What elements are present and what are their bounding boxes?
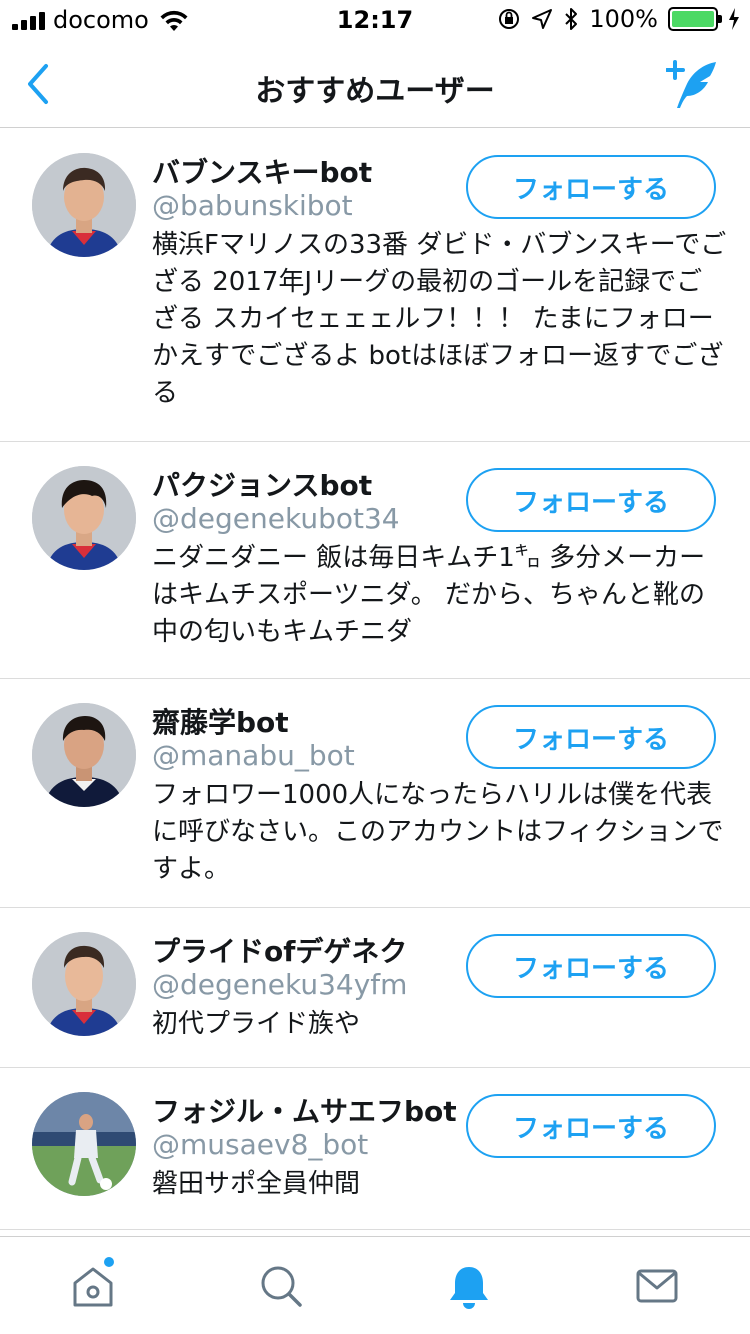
user-name: バブンスキーbot: [152, 156, 373, 189]
location-arrow-icon: [532, 9, 553, 29]
user-handle: @babunskibot: [152, 189, 353, 222]
follow-button[interactable]: フォローする: [466, 155, 716, 219]
list-item[interactable]: プライドofデゲネク @degeneku34yfm 初代プライド族や フォローす…: [0, 908, 750, 1068]
avatar[interactable]: [32, 932, 136, 1036]
tab-messages[interactable]: [634, 1263, 680, 1309]
user-bio: 横浜Fマリノスの33番 ダビド・バブンスキーでござる 2017年Jリーグの最初の…: [152, 230, 727, 408]
status-bar: docomo 12:17 100%: [0, 0, 750, 40]
avatar-photo: [32, 932, 136, 1036]
avatar-photo: [32, 1092, 136, 1196]
search-icon: [261, 1266, 302, 1307]
bluetooth-icon: [565, 8, 578, 30]
tab-notifications[interactable]: [446, 1263, 492, 1309]
avatar[interactable]: [32, 1092, 136, 1196]
list-item[interactable]: パクジョンスbot @degenekubot34 ニダニダニー 飯は毎日キムチ1…: [0, 442, 750, 679]
user-bio: フォロワー1000人になったらハリルは僕を代表に呼びなさい。このアカウントはフィ…: [152, 780, 724, 884]
charging-bolt-icon: [729, 8, 739, 30]
user-handle: @manabu_bot: [152, 739, 355, 772]
battery-percent: 100%: [589, 5, 658, 33]
user-bio: 初代プライド族や: [152, 1009, 361, 1039]
user-name: フォジル・ムサエフbot: [152, 1095, 457, 1128]
navigation-bar: おすすめユーザー: [0, 40, 750, 128]
tab-bar: [0, 1236, 750, 1334]
battery-icon: [668, 7, 722, 31]
follow-button[interactable]: フォローする: [466, 705, 716, 769]
new-content-badge: [104, 1257, 114, 1267]
list-item[interactable]: フォジル・ムサエフbot @musaev8_bot 磐田サポ全員仲間 フォローす…: [0, 1068, 750, 1230]
user-bio: 磐田サポ全員仲間: [152, 1169, 361, 1199]
messages-envelope-icon: [636, 1269, 678, 1303]
user-name: 齋藤学bot: [152, 706, 289, 739]
follow-button[interactable]: フォローする: [466, 934, 716, 998]
avatar[interactable]: [32, 466, 136, 570]
compose-tweet-icon: [665, 60, 716, 108]
user-handle: @musaev8_bot: [152, 1128, 369, 1161]
avatar-photo: [32, 466, 136, 570]
home-icon: [73, 1267, 113, 1307]
user-bio: ニダニダニー 飯は毎日キムチ1㌔ 多分メーカーはキムチスポーツニダ。 だから、ち…: [152, 543, 706, 647]
follow-button[interactable]: フォローする: [466, 468, 716, 532]
user-name: プライドofデゲネク: [152, 935, 408, 968]
follow-button[interactable]: フォローする: [466, 1094, 716, 1158]
tab-search[interactable]: [258, 1263, 304, 1309]
orientation-lock-icon: [499, 9, 520, 29]
compose-tweet-button[interactable]: [665, 58, 720, 110]
page-title: おすすめユーザー: [255, 74, 495, 109]
user-name: パクジョンスbot: [152, 469, 373, 502]
avatar[interactable]: [32, 703, 136, 807]
tab-home[interactable]: [70, 1263, 116, 1309]
list-item[interactable]: 齋藤学bot @manabu_bot フォロワー1000人になったらハリルは僕を…: [0, 679, 750, 908]
list-item[interactable]: バブンスキーbot @babunskibot 横浜Fマリノスの33番 ダビド・バ…: [0, 129, 750, 442]
avatar[interactable]: [32, 153, 136, 257]
recommended-user-list: バブンスキーbot @babunskibot 横浜Fマリノスの33番 ダビド・バ…: [0, 129, 750, 1230]
status-right: 100%: [497, 5, 740, 33]
notifications-bell-icon: [450, 1267, 488, 1309]
user-handle: @degeneku34yfm: [152, 968, 408, 1001]
avatar-photo: [32, 153, 136, 257]
user-handle: @degenekubot34: [152, 502, 400, 535]
avatar-photo: [32, 703, 136, 807]
